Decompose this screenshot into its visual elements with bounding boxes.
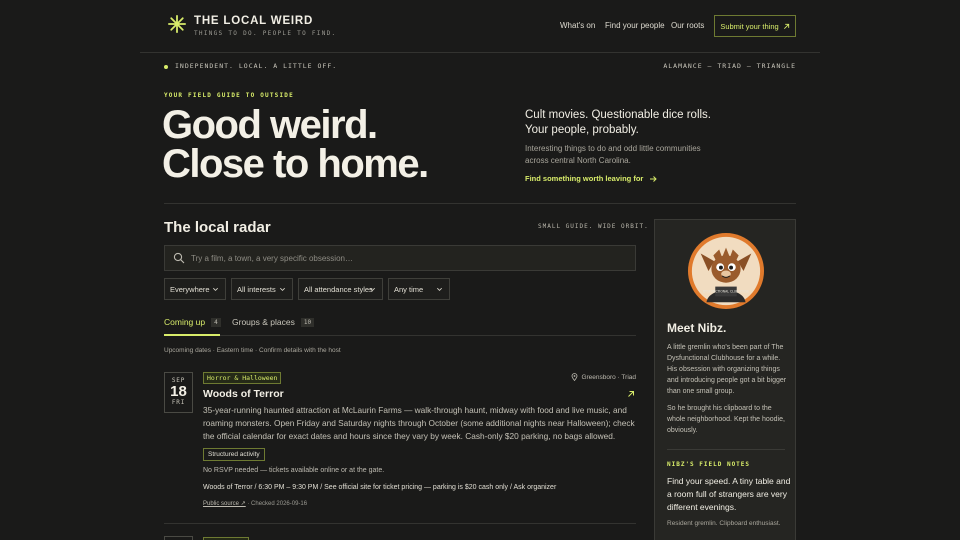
event-checked: · Checked 2026-09-16	[245, 501, 308, 507]
site-tagline: THINGS TO DO. PEOPLE TO FIND.	[194, 30, 337, 37]
search-bar[interactable]	[164, 245, 636, 271]
hero-cta-label: Find something worth leaving for	[525, 174, 644, 183]
map-pin-icon	[572, 373, 578, 381]
sparkle-logo-icon[interactable]	[168, 15, 186, 33]
event-day: 18	[170, 383, 187, 400]
event-description: 35-year-running haunted attraction at Mc…	[203, 405, 635, 442]
tab-active-indicator	[164, 334, 220, 336]
event-date: SEP 18 FRI	[164, 372, 193, 413]
tab-coming-up-count: 4	[211, 317, 221, 327]
sidebar-divider	[667, 449, 785, 450]
chevron-down-icon	[280, 287, 285, 291]
tab-groups-places-label: Groups & places	[232, 317, 295, 327]
chevron-down-icon	[437, 287, 442, 291]
tab-underline-track	[164, 335, 636, 336]
event-meta: Woods of Terror / 6:30 PM – 9:30 PM / Se…	[203, 484, 557, 491]
tab-coming-up[interactable]: Coming up 4	[164, 317, 221, 327]
field-notes-signature: Resident gremlin. Clipboard enthusiast.	[667, 520, 781, 527]
tab-groups-places[interactable]: Groups & places 10	[232, 317, 315, 327]
radar-note: SMALL GUIDE. WIDE ORBIT.	[538, 223, 649, 230]
hero-cta-link[interactable]: Find something worth leaving for	[525, 174, 658, 183]
hero-headline: Good weird. Close to home.	[162, 103, 429, 186]
strip-regions: ALAMANCE — TRIAD — TRIANGLE	[663, 62, 796, 70]
hero-headline-line-1: Good weird.	[162, 103, 378, 147]
arrow-right-icon	[650, 175, 658, 182]
tab-groups-places-count: 10	[300, 317, 315, 327]
schedule-note: Upcoming dates · Eastern time · Confirm …	[164, 347, 341, 354]
event-rsvp: No RSVP needed — tickets available onlin…	[203, 467, 385, 474]
filter-attendance-value: All attendance styles	[304, 284, 373, 294]
next-event-date	[164, 536, 193, 540]
mascot-badge-text: DYSFUNCTIONAL CLUBHOUSE	[703, 289, 749, 293]
event-category-tag[interactable]: Horror & Halloween	[203, 372, 282, 384]
event-title[interactable]: Woods of Terror	[203, 388, 284, 400]
hero-eyebrow: YOUR FIELD GUIDE TO OUTSIDE	[164, 92, 294, 99]
tab-coming-up-label: Coming up	[164, 317, 206, 327]
sidebar-intro: A little gremlin who's been part of The …	[667, 344, 787, 395]
arrow-up-right-icon	[783, 23, 789, 29]
radar-title: The local radar	[164, 219, 271, 236]
filter-location[interactable]: Everywhere	[164, 278, 226, 300]
site-title[interactable]: THE LOCAL WEIRD	[194, 15, 313, 27]
search-input[interactable]	[191, 253, 635, 263]
field-notes-quote: Find your speed. A tiny table and a room…	[667, 476, 791, 512]
site-header: THE LOCAL WEIRD THINGS TO DO. PEOPLE TO …	[140, 0, 820, 53]
sidebar-title: Meet Nibz.	[667, 321, 727, 335]
field-notes-heading: NIBZ'S FIELD NOTES	[667, 461, 751, 468]
submit-button[interactable]: Submit your thing	[714, 15, 796, 37]
event-weekday: FRI	[171, 399, 186, 406]
mascot-sidebar: DYSFUNCTIONAL CLUBHOUSE Meet Nibz. A lit…	[654, 219, 796, 540]
nav-find-your-people[interactable]: Find your people	[605, 21, 665, 30]
hero-lead-line-2: Your people, probably.	[525, 124, 639, 136]
search-icon	[173, 252, 185, 264]
arrow-up-right-icon[interactable]	[627, 390, 635, 398]
filter-attendance[interactable]: All attendance styles	[298, 278, 383, 300]
info-strip: INDEPENDENT. LOCAL. A LITTLE OFF. ALAMAN…	[140, 53, 820, 80]
card-divider	[164, 523, 636, 524]
status-dot	[164, 65, 168, 69]
public-source-link[interactable]: Public source ↗	[203, 501, 246, 507]
filter-time[interactable]: Any time	[388, 278, 450, 300]
hero-headline-line-2: Close to home.	[162, 142, 429, 186]
section-divider	[164, 203, 796, 204]
filter-location-value: Everywhere	[170, 284, 210, 294]
submit-button-label: Submit your thing	[720, 21, 779, 31]
nav-whats-on[interactable]: What's on	[560, 21, 595, 30]
hero-lead-line-1: Cult movies. Questionable dice rolls.	[525, 109, 711, 121]
nav-our-roots[interactable]: Our roots	[671, 21, 704, 30]
hero-lead: Cult movies. Questionable dice rolls. Yo…	[525, 108, 745, 138]
event-activity-badge: Structured activity	[203, 448, 265, 461]
chevron-down-icon	[370, 287, 375, 291]
mascot-avatar: DYSFUNCTIONAL CLUBHOUSE	[687, 232, 765, 310]
filter-interests[interactable]: All interests	[231, 278, 293, 300]
strip-motto: INDEPENDENT. LOCAL. A LITTLE OFF.	[175, 62, 338, 70]
filter-time-value: Any time	[394, 284, 424, 294]
sidebar-story: So he brought his clipboard to the whole…	[667, 405, 785, 434]
event-location-text: Greensboro · Triad	[581, 373, 636, 381]
event-source: Public source ↗ · Checked 2026-09-16	[203, 500, 307, 507]
hero-subtext: Interesting things to do and odd little …	[525, 144, 701, 165]
filter-interests-value: All interests	[237, 284, 276, 294]
chevron-down-icon	[213, 287, 218, 291]
event-location: Greensboro · Triad	[571, 373, 636, 381]
